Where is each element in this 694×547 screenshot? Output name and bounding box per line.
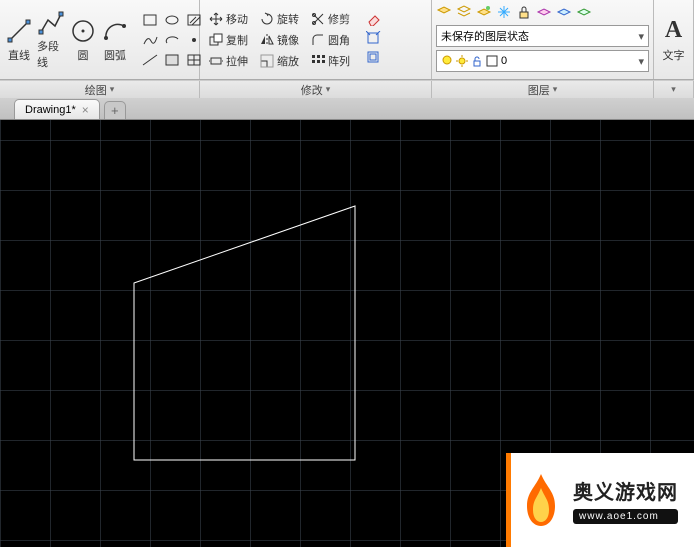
draw-small-tools: [140, 11, 204, 69]
current-layer-dropdown[interactable]: 0: [436, 50, 649, 72]
watermark-title: 奥义游戏网: [573, 476, 678, 505]
move-button[interactable]: 移动: [204, 9, 253, 29]
fillet-button[interactable]: 圆角: [306, 30, 355, 50]
line-icon: [5, 17, 33, 45]
layer-prop-icon[interactable]: [436, 4, 454, 22]
stretch-button[interactable]: 拉伸: [204, 51, 253, 71]
polyline-icon: [37, 10, 65, 36]
layer-states-icon[interactable]: [456, 4, 474, 22]
trim-icon: [311, 12, 325, 26]
spline-icon[interactable]: [140, 31, 160, 49]
close-icon[interactable]: ×: [82, 103, 89, 117]
document-tab[interactable]: Drawing1* ×: [14, 99, 100, 119]
scale-button[interactable]: 缩放: [255, 51, 304, 71]
arc-button[interactable]: 圆弧: [100, 11, 130, 69]
text-icon: A: [660, 17, 688, 45]
panel-text: A 文字: [654, 0, 694, 79]
layer-prev-icon[interactable]: [576, 4, 594, 22]
ribbon-toolbar: 直线 多段线 圆 圆弧: [0, 0, 694, 80]
panel-layers: 未保存的图层状态 0: [432, 0, 654, 79]
line-label: 直线: [8, 47, 30, 63]
panel-labels-row: 绘图 修改 图层: [0, 80, 694, 98]
explode-icon[interactable]: [366, 31, 384, 49]
fillet-icon: [311, 33, 325, 47]
modify-panel-label[interactable]: 修改: [200, 81, 432, 98]
tab-name: Drawing1*: [25, 104, 76, 116]
array-button[interactable]: 阵列: [306, 51, 355, 71]
arc-icon: [101, 17, 129, 45]
copy-icon: [209, 33, 223, 47]
circle-button[interactable]: 圆: [68, 11, 98, 69]
circle-icon: [69, 17, 97, 45]
circle-label: 圆: [78, 47, 89, 63]
ellipse-arc-icon[interactable]: [162, 31, 182, 49]
rectangle-icon[interactable]: [140, 11, 160, 29]
layer-iso-icon[interactable]: [476, 4, 494, 22]
mirror-button[interactable]: 镜像: [255, 30, 304, 50]
rotate-icon: [260, 12, 274, 26]
polyline-button[interactable]: 多段线: [36, 11, 66, 69]
array-icon: [311, 54, 325, 68]
layer-state-dropdown[interactable]: 未保存的图层状态: [436, 25, 649, 47]
unlock-icon: [471, 55, 483, 67]
color-swatch-icon: [486, 55, 498, 67]
panel-draw: 直线 多段线 圆 圆弧: [0, 0, 200, 79]
document-tabbar: Drawing1* × +: [0, 98, 694, 120]
sun-icon: [456, 55, 468, 67]
line-button[interactable]: 直线: [4, 11, 34, 69]
layer-lock-icon[interactable]: [516, 4, 534, 22]
modify-extra: [366, 12, 384, 68]
copy-button[interactable]: 复制: [204, 30, 253, 50]
watermark-url: www.aoe1.com: [573, 509, 678, 524]
mirror-icon: [260, 33, 274, 47]
layers-panel-label[interactable]: 图层: [432, 81, 654, 98]
scale-icon: [260, 54, 274, 68]
move-icon: [209, 12, 223, 26]
stretch-icon: [209, 54, 223, 68]
offset-icon[interactable]: [366, 50, 384, 68]
text-label: 文字: [663, 47, 685, 63]
ellipse-icon[interactable]: [162, 11, 182, 29]
drawing-canvas[interactable]: 奥义游戏网 www.aoe1.com: [0, 120, 694, 547]
watermark: 奥义游戏网 www.aoe1.com: [506, 453, 694, 547]
new-tab-button[interactable]: +: [104, 101, 126, 119]
draw-panel-label[interactable]: 绘图: [0, 81, 200, 98]
region-icon[interactable]: [162, 51, 182, 69]
erase-icon[interactable]: [366, 12, 384, 30]
panel-modify: 移动 复制 拉伸 旋转 镜像 缩放 修剪 圆角 阵列: [200, 0, 432, 79]
bulb-icon: [441, 55, 453, 67]
polyline-label: 多段线: [37, 38, 65, 70]
arc-label: 圆弧: [104, 47, 126, 63]
trim-button[interactable]: 修剪: [306, 9, 355, 29]
text-button[interactable]: A 文字: [658, 11, 689, 69]
layer-off-icon[interactable]: [536, 4, 554, 22]
flame-icon: [517, 470, 565, 530]
layer-match-icon[interactable]: [556, 4, 574, 22]
text-panel-label[interactable]: [654, 81, 694, 98]
layer-freeze-icon[interactable]: [496, 4, 514, 22]
construction-line-icon[interactable]: [140, 51, 160, 69]
rotate-button[interactable]: 旋转: [255, 9, 304, 29]
